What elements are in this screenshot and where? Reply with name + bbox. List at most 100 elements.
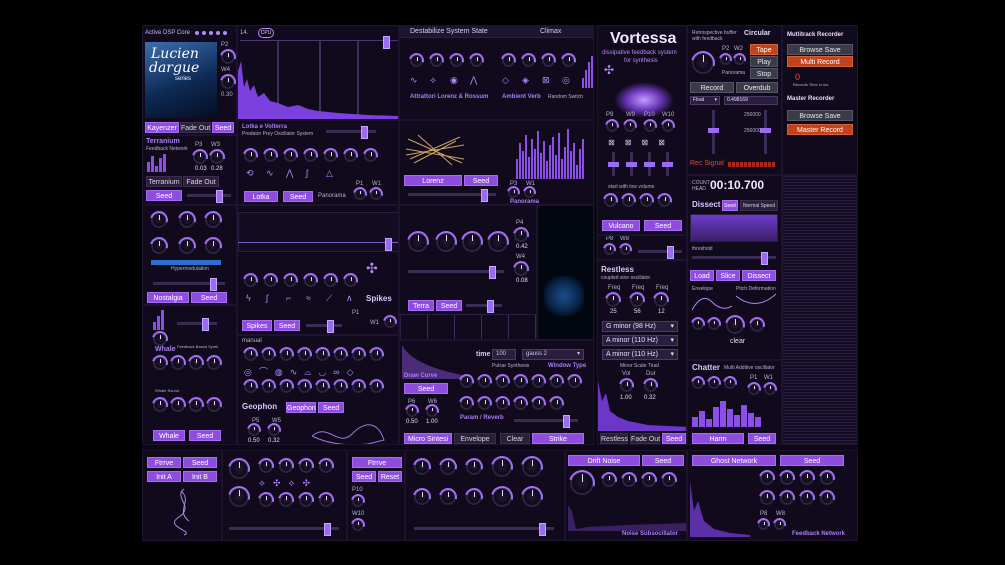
micro-knob-p6[interactable] [406, 405, 418, 417]
ghost-knob-2[interactable] [780, 471, 794, 485]
geo-icon-row[interactable]: ◎⌒◍∿⌓◡∞◇ [244, 368, 361, 377]
nost-knob-2[interactable] [179, 212, 195, 228]
terra-slider[interactable] [408, 266, 504, 279]
micro-sintesi-button[interactable]: Micro Sintesi [404, 433, 452, 444]
triangle-wave-icon[interactable]: ⋀ [470, 76, 477, 85]
grid-knob-5[interactable] [319, 459, 333, 473]
spikes-knob-2[interactable] [264, 274, 277, 287]
play-button[interactable]: Play [750, 56, 778, 67]
lorenz-icon[interactable]: ⟡ [430, 76, 436, 85]
chatter-knob-2[interactable] [708, 377, 720, 389]
ftrrve-button[interactable]: Ftrrve [147, 457, 181, 468]
lorenz-slider[interactable] [408, 189, 496, 202]
drift-knob-3[interactable] [642, 473, 656, 487]
radial-slider[interactable] [414, 523, 554, 536]
geo-knob-4[interactable] [298, 348, 311, 361]
spikes-knob-6[interactable] [344, 274, 357, 287]
init-a-button[interactable]: Init A [147, 471, 181, 482]
ftrrve-b-seed-button[interactable]: Seed [352, 471, 376, 482]
destabilize-bar[interactable]: Destabilize System State Climax [400, 26, 593, 38]
drift-knob-4[interactable] [662, 473, 676, 487]
chatter-harm-bars[interactable] [692, 401, 761, 427]
micro-knob-1[interactable] [460, 375, 473, 388]
ghost-knob-w8[interactable] [774, 519, 785, 530]
ftrrve-b-button[interactable]: Ftrrve [352, 457, 402, 468]
dissect-knob-1[interactable] [692, 318, 704, 330]
ghost-knob-3[interactable] [800, 471, 814, 485]
dissect-knob-3[interactable] [726, 316, 744, 334]
spikes-knob-1[interactable] [244, 274, 257, 287]
float-value-box[interactable]: 0.498169 [724, 96, 778, 105]
geo-knob-10[interactable] [262, 380, 275, 393]
spikes-icon-2[interactable]: ʃ [266, 294, 268, 303]
chatter-seed-button[interactable]: Seed [748, 433, 776, 444]
geophon-button[interactable]: Geophon [286, 402, 316, 413]
attr-knob-1[interactable] [410, 54, 423, 67]
vort-knob-p8[interactable] [604, 244, 615, 255]
normal-speed-button[interactable]: Normal Speed [740, 200, 778, 211]
ghost-knob-8[interactable] [820, 491, 834, 505]
lotka-icon-1[interactable]: ⟲ [246, 169, 254, 178]
terranium-seed-button[interactable]: Seed [146, 190, 182, 201]
reset-button[interactable]: Reset [378, 471, 402, 482]
chatter-knob-w1[interactable] [764, 383, 776, 395]
geo-knob-15[interactable] [352, 380, 365, 393]
geo-knob-2[interactable] [262, 348, 275, 361]
attr-knob-5[interactable] [502, 54, 515, 67]
ghost-knob-p8[interactable] [758, 519, 769, 530]
lotka-pan-knob-2[interactable] [370, 188, 382, 200]
restless-osc-1-select[interactable]: G minor (98 Hz) ▾ [602, 321, 678, 332]
vort-knob-p10[interactable] [644, 120, 656, 132]
nost-knob-6[interactable] [205, 238, 221, 254]
cross-box-icon[interactable]: ⊠ [542, 76, 550, 85]
drop-icon[interactable]: ◇ [502, 76, 509, 85]
micro-knob-8[interactable] [460, 397, 473, 410]
float-select[interactable]: Float ▾ [690, 96, 720, 105]
spikes-icon-1[interactable]: ϟ [246, 294, 251, 303]
lotka-knob-1[interactable] [244, 149, 257, 162]
geo-knob-5[interactable] [316, 348, 329, 361]
logo-knob-w4[interactable] [221, 75, 235, 89]
micro-knob-2[interactable] [478, 375, 491, 388]
micro-knob-6[interactable] [550, 375, 563, 388]
window-type-select[interactable]: gauss 2 ▾ [522, 349, 584, 360]
restless-seed-button[interactable]: Seed [662, 433, 686, 444]
nost-knob-5[interactable] [179, 238, 195, 254]
lotka-top-slider[interactable] [326, 126, 376, 139]
geo-knob-8[interactable] [370, 348, 383, 361]
ghost-knob-4[interactable] [820, 471, 834, 485]
attr-pan-knob-1[interactable] [508, 187, 519, 198]
lotka-icon-5[interactable]: △ [326, 169, 333, 178]
nost-knob-4[interactable] [151, 238, 167, 254]
browse-save-button[interactable]: Browse Save [787, 44, 853, 55]
ghost-seed-button[interactable]: Seed [780, 455, 844, 466]
grid-knob-1[interactable] [229, 459, 249, 479]
terra-button[interactable]: Terra [408, 300, 434, 311]
micro-knob-10[interactable] [496, 397, 509, 410]
radial-knob-4[interactable] [492, 457, 512, 477]
geo-knob-3[interactable] [280, 348, 293, 361]
vort-fader-3[interactable] [644, 152, 655, 176]
terranium-knob-p3[interactable] [193, 150, 207, 164]
vortessa-seed-button[interactable]: Seed [644, 220, 682, 231]
geo-knob-1[interactable] [244, 348, 257, 361]
nostalgia-button[interactable]: Nostalgia [147, 292, 189, 303]
geo-knob-12[interactable] [298, 380, 311, 393]
terra-knob-2[interactable] [436, 232, 456, 252]
restless-knob-2[interactable] [630, 293, 644, 307]
buffer-fader-2[interactable] [760, 110, 771, 154]
geophon-seed-button[interactable]: Seed [318, 402, 344, 413]
geo-knob-16[interactable] [370, 380, 383, 393]
buffer-main-knob[interactable] [692, 52, 714, 74]
geophon-manual[interactable]: manual [242, 338, 262, 344]
load-button[interactable]: Load [690, 270, 714, 281]
vulcano-button[interactable]: Vulcano [602, 220, 640, 231]
vort-knob-w8[interactable] [620, 244, 631, 255]
restless-fade-button[interactable]: Fade Out [630, 433, 660, 444]
bottom-knob-w10[interactable] [352, 519, 364, 531]
grid-slider[interactable] [229, 523, 339, 536]
lotka-knob-4[interactable] [304, 149, 317, 162]
kayenzer-button[interactable]: Kayenzer [145, 122, 179, 133]
terranium-button[interactable]: Terranium [146, 176, 182, 187]
micro-knob-12[interactable] [532, 397, 545, 410]
